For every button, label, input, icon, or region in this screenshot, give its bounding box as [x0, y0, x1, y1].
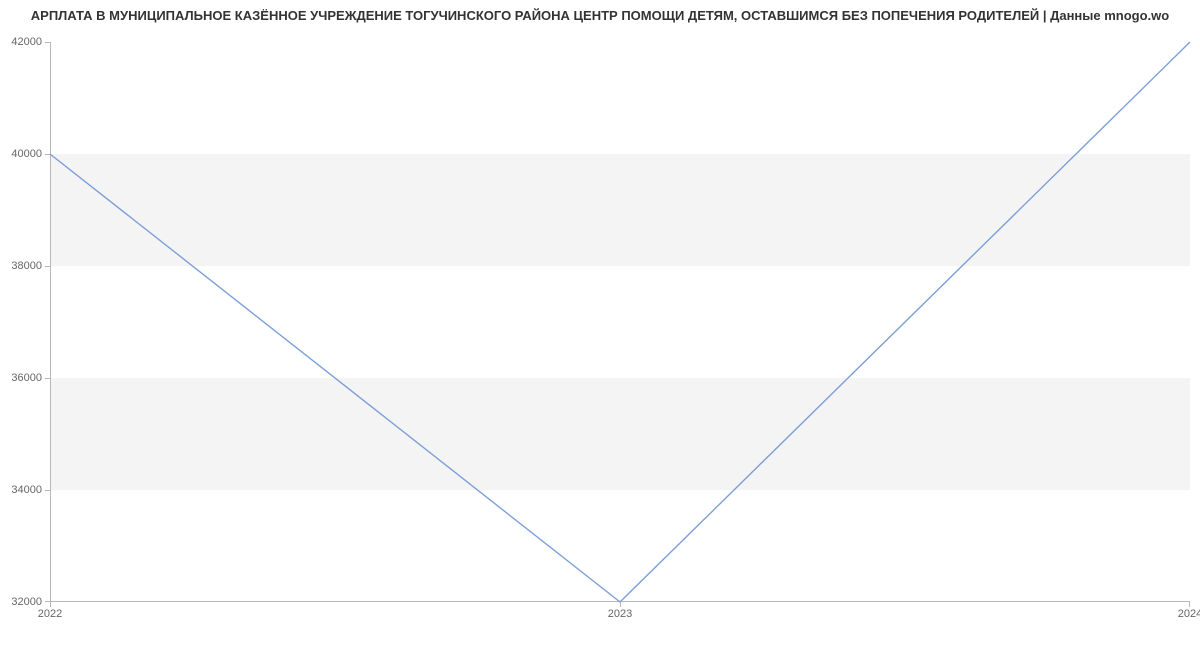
series-line — [50, 42, 1190, 602]
x-tick-label: 2023 — [608, 608, 632, 620]
x-tick-mark — [1189, 602, 1190, 607]
x-tick-mark — [620, 602, 621, 607]
x-tick-label: 2022 — [38, 608, 62, 620]
chart-container: АРПЛАТА В МУНИЦИПАЛЬНОЕ КАЗЁННОЕ УЧРЕЖДЕ… — [0, 0, 1200, 650]
plot-area: 32000 34000 36000 38000 40000 42000 2022… — [50, 42, 1190, 602]
y-tick-label: 42000 — [11, 36, 42, 48]
y-tick-label: 36000 — [11, 372, 42, 384]
y-tick-label: 34000 — [11, 484, 42, 496]
y-tick-label: 32000 — [11, 596, 42, 608]
x-tick-label: 2024 — [1178, 608, 1200, 620]
y-tick-label: 40000 — [11, 148, 42, 160]
line-layer — [50, 42, 1190, 602]
y-tick-label: 38000 — [11, 260, 42, 272]
x-tick-mark — [50, 602, 51, 607]
chart-title: АРПЛАТА В МУНИЦИПАЛЬНОЕ КАЗЁННОЕ УЧРЕЖДЕ… — [0, 8, 1200, 23]
